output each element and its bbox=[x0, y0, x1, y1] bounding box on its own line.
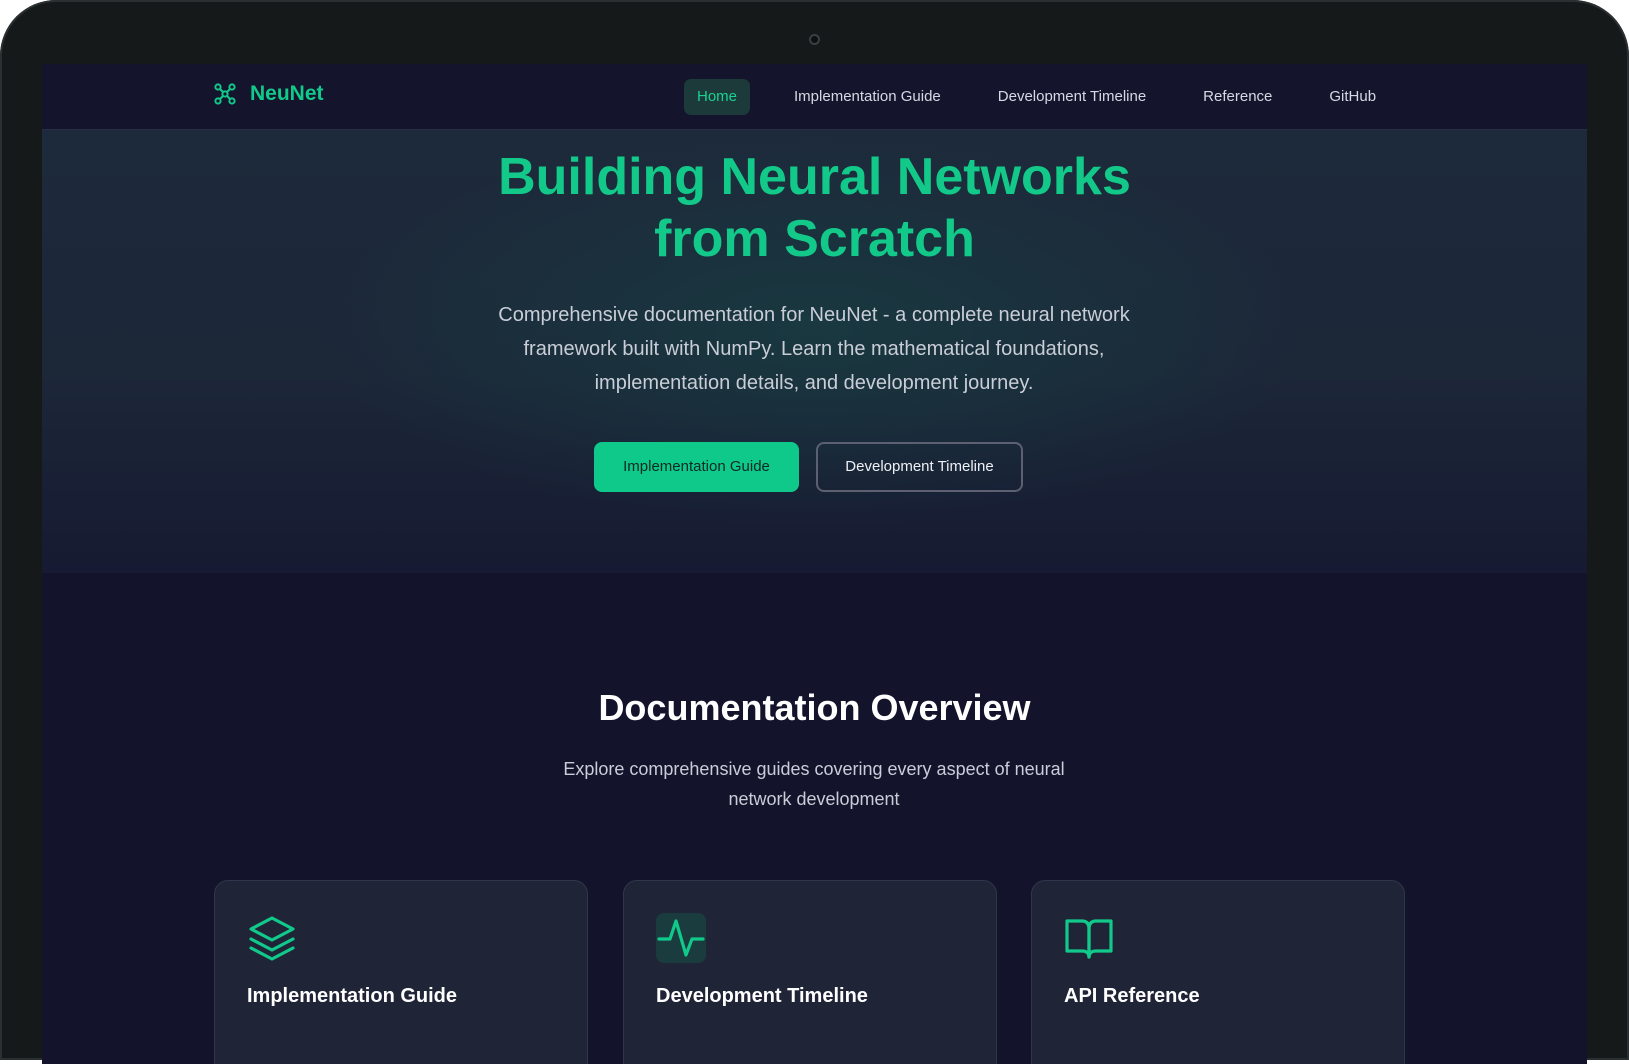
card-title: API Reference bbox=[1064, 985, 1200, 1007]
nav-github[interactable]: GitHub bbox=[1316, 79, 1389, 115]
card-title: Implementation Guide bbox=[247, 985, 458, 1007]
nav-links: Home Implementation Guide Development Ti… bbox=[684, 79, 1420, 115]
hero-description: Comprehensive documentation for NeuNet -… bbox=[414, 298, 1214, 400]
overview-subtitle-line1: Explore comprehensive guides covering ev… bbox=[563, 759, 1065, 779]
hero-description-line2: framework built with NumPy. Learn the ma… bbox=[523, 338, 1105, 360]
nav-implementation-guide[interactable]: Implementation Guide bbox=[781, 79, 954, 115]
brand-logo[interactable]: NeuNet bbox=[214, 82, 324, 106]
hero-description-line1: Comprehensive documentation for NeuNet -… bbox=[498, 304, 1130, 326]
brand-name: NeuNet bbox=[250, 82, 324, 105]
card-title: Development Timeline bbox=[656, 985, 868, 1007]
hero-section: Building Neural Networks from Scratch Co… bbox=[42, 130, 1587, 573]
nav-reference[interactable]: Reference bbox=[1190, 79, 1285, 115]
implementation-guide-button[interactable]: Implementation Guide bbox=[594, 442, 799, 492]
nav-home[interactable]: Home bbox=[684, 79, 751, 115]
hero-title-line1: Building Neural Networks bbox=[498, 148, 1131, 206]
overview-title: Documentation Overview bbox=[598, 687, 1031, 728]
book-open-icon bbox=[1064, 913, 1114, 963]
network-icon bbox=[214, 83, 236, 105]
overview-subtitle: Explore comprehensive guides covering ev… bbox=[514, 754, 1114, 814]
activity-icon bbox=[656, 913, 706, 963]
overview-subtitle-line2: network development bbox=[728, 789, 900, 809]
laptop-frame: NeuNet Home Implementation Guide Develop… bbox=[0, 0, 1629, 1064]
camera-dot bbox=[809, 34, 820, 45]
hero-title: Building Neural Networks from Scratch bbox=[42, 146, 1587, 270]
hero-description-line3: implementation details, and development … bbox=[594, 372, 1034, 394]
card-implementation-guide[interactable]: Implementation Guide bbox=[214, 880, 588, 1064]
browser-viewport: NeuNet Home Implementation Guide Develop… bbox=[42, 64, 1587, 1064]
top-navbar: NeuNet Home Implementation Guide Develop… bbox=[42, 64, 1587, 130]
card-development-timeline[interactable]: Development Timeline bbox=[623, 880, 997, 1064]
nav-development-timeline[interactable]: Development Timeline bbox=[985, 79, 1159, 115]
layers-icon bbox=[247, 913, 297, 963]
development-timeline-button[interactable]: Development Timeline bbox=[816, 442, 1023, 492]
hero-title-line2: from Scratch bbox=[654, 210, 975, 268]
card-api-reference[interactable]: API Reference bbox=[1031, 880, 1405, 1064]
